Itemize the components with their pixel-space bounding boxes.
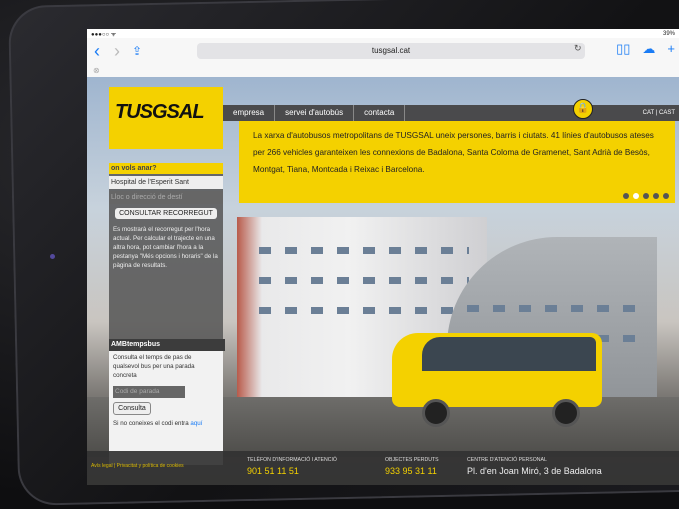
window-row (259, 247, 469, 254)
forward-icon[interactable]: › (107, 41, 127, 62)
origin-input[interactable]: Hospital de l'Esperit Sant (109, 176, 223, 189)
footer-lost: OBJECTES PERDUTS 933 95 31 11 (385, 457, 439, 476)
info-banner: La xarxa d'autobusos metropolitans de TU… (239, 121, 675, 203)
reload-icon[interactable]: ↻ (574, 43, 582, 54)
amb-title: AMBtempsbus (109, 339, 225, 351)
window-row (259, 307, 469, 314)
amb-text: Consulta el temps de pas de qualsevol bu… (113, 354, 195, 379)
logo-text: TUSGSAL (115, 101, 205, 123)
status-bar: ●●●○○ ᯤ 39% (87, 29, 679, 38)
amb-consult-button[interactable]: Consulta (113, 402, 151, 415)
back-icon[interactable]: ‹ (87, 41, 107, 62)
footer-phone: TELÈFON D'INFORMACIÓ I ATENCIÓ 901 51 11 … (247, 457, 337, 476)
window-row (259, 277, 469, 284)
close-tab-icon[interactable]: ⊗ (93, 66, 100, 75)
battery-label: 39% (662, 30, 675, 37)
main-menu: empresa servei d'autobús contacta CAT | … (223, 105, 679, 121)
stop-code-input[interactable]: Codi de parada (113, 386, 185, 398)
destination-input[interactable]: Lloc o direcció de destí (109, 191, 223, 204)
url-bar[interactable]: tusgsal.cat (197, 43, 585, 59)
menu-item-empresa[interactable]: empresa (223, 105, 276, 121)
footer-center: CENTRE D'ATENCIÓ PERSONAL Pl. d'en Joan M… (467, 457, 602, 476)
tab-close-bar: ⊗ (87, 64, 679, 78)
bookmarks-icon[interactable]: ▯▯ (616, 41, 630, 57)
legal-links[interactable]: Avís legal | Privacitat y política de co… (91, 463, 184, 469)
new-tab-icon[interactable]: + (667, 41, 675, 57)
window-row (467, 305, 647, 312)
browser-toolbar: ‹ › ⇪ tusgsal.cat ↻ ▯▯ ☁ + (87, 38, 679, 64)
consult-route-button[interactable]: CONSULTAR RECORREGUT (115, 208, 217, 219)
footer: Avís legal | Privacitat y política de co… (87, 451, 679, 485)
language-switch[interactable]: CAT | CAST (643, 105, 675, 121)
info-text: La xarxa d'autobusos metropolitans de TU… (253, 131, 654, 174)
route-heading: on vols anar? (109, 163, 223, 174)
web-page: TUSGSAL empresa servei d'autobús contact… (87, 77, 679, 485)
slider-dots[interactable] (623, 193, 669, 199)
amb-panel: Consulta el temps de pas de qualsevol bu… (109, 351, 223, 465)
signal-icon: ●●●○○ ᯤ (91, 31, 117, 38)
url-text: tusgsal.cat (371, 46, 411, 55)
amb-hint: Si no coneixes el codi entra aquí (113, 420, 203, 427)
menu-item-contacta[interactable]: contacta (354, 105, 406, 121)
camera-dot (50, 254, 55, 259)
tusgsal-logo[interactable]: TUSGSAL (109, 87, 223, 149)
route-help-text: Es mostrarà el recorregut per l'hora act… (113, 226, 218, 269)
share-icon[interactable]: ⇪ (127, 44, 147, 58)
yellow-bus-image (392, 325, 617, 427)
tablet-screen: ●●●○○ ᯤ 39% ‹ › ⇪ tusgsal.cat ↻ ▯▯ ☁ + ⊗… (87, 29, 679, 485)
cloud-icon[interactable]: ☁ (642, 41, 655, 57)
lock-icon[interactable]: 🔒 (573, 99, 593, 119)
menu-item-servei[interactable]: servei d'autobús (275, 105, 355, 121)
